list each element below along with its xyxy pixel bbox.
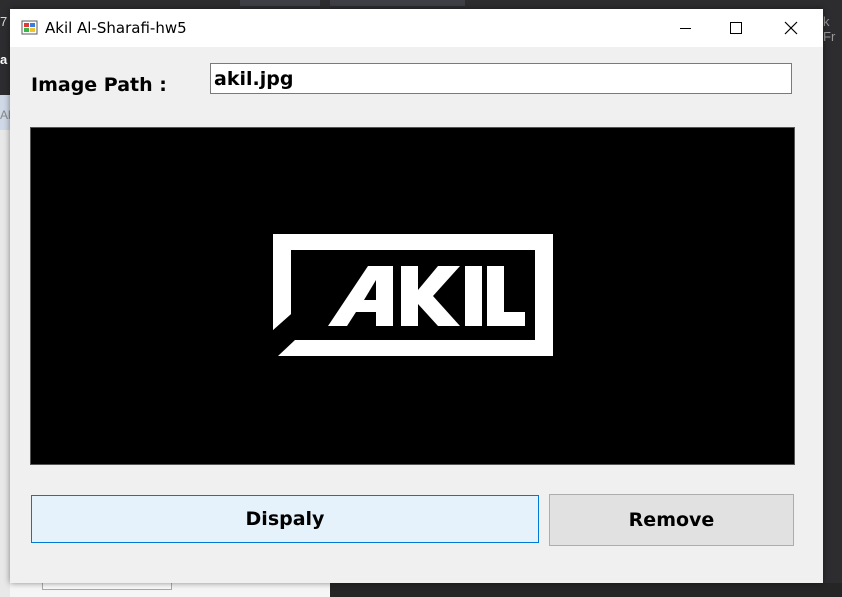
background-tab (330, 0, 465, 6)
minimize-button[interactable] (662, 9, 708, 47)
akil-logo (273, 234, 553, 356)
display-button[interactable]: Dispaly (31, 495, 539, 543)
window-title: Akil Al-Sharafi-hw5 (45, 19, 187, 37)
app-icon (21, 20, 38, 35)
background-left-strip (0, 95, 10, 597)
image-path-label: Image Path : (31, 74, 167, 96)
minimize-icon (679, 27, 691, 29)
close-icon (784, 21, 798, 35)
title-bar[interactable]: Akil Al-Sharafi-hw5 (10, 9, 823, 47)
background-fragment: a (0, 52, 8, 67)
background-tab (240, 0, 320, 6)
background-dark-region (330, 583, 842, 597)
maximize-icon (730, 22, 742, 34)
background-fragment: k Fr (823, 14, 836, 44)
display-button-label: Dispaly (245, 508, 325, 530)
app-window: Akil Al-Sharafi-hw5 Image Path : akil.jp… (10, 9, 823, 583)
remove-button[interactable]: Remove (549, 494, 794, 546)
close-button[interactable] (768, 9, 814, 47)
background-bottom-box (42, 583, 172, 590)
maximize-button[interactable] (713, 9, 759, 47)
image-path-input[interactable] (210, 63, 792, 94)
remove-button-label: Remove (628, 509, 715, 531)
picture-box (30, 127, 795, 465)
background-fragment: 7 (0, 14, 8, 29)
